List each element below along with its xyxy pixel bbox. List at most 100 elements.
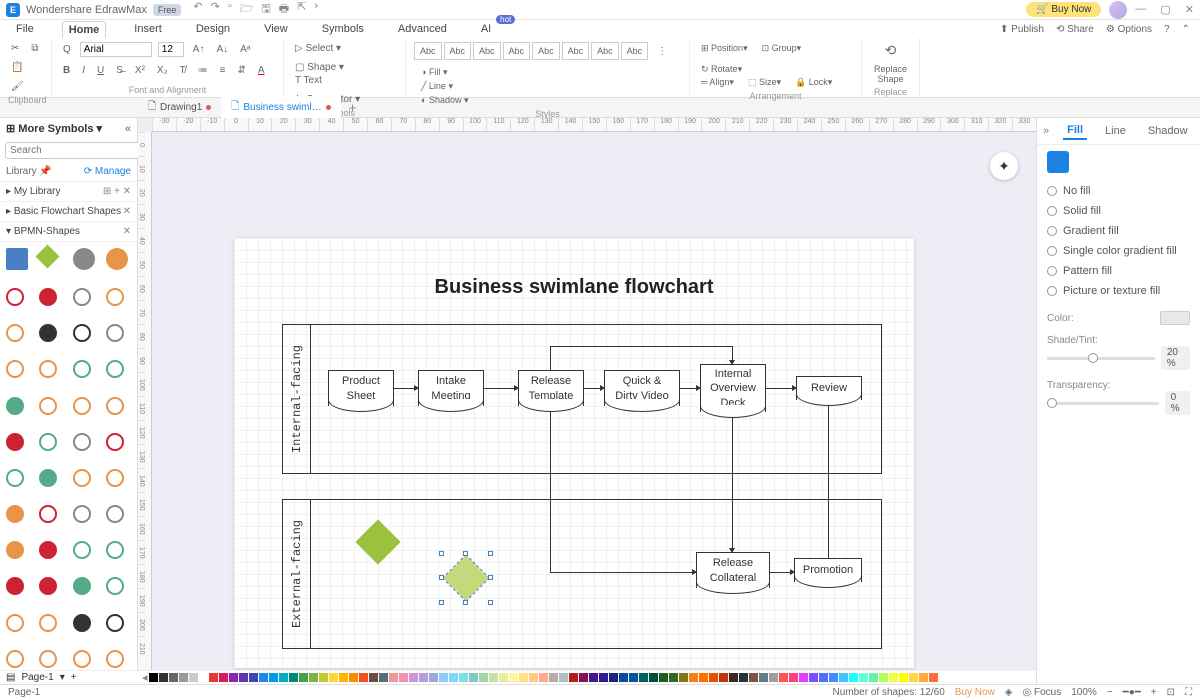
bullets-icon[interactable]: ≔ — [195, 64, 211, 77]
shape-bpmn-2[interactable] — [39, 288, 57, 306]
shape-bpmn-18[interactable] — [39, 433, 57, 451]
shape-bpmn-32[interactable] — [106, 541, 124, 559]
color-swatch[interactable] — [749, 673, 758, 682]
shape-bpmn-15[interactable] — [73, 397, 91, 415]
color-swatch[interactable] — [809, 673, 818, 682]
doc-tab-drawing1[interactable]: 🗋 Drawing1 — [138, 96, 221, 119]
size-dropdown[interactable]: ⬚ Size▾ — [745, 76, 784, 89]
fit-page-icon[interactable]: ⊡ — [1167, 687, 1175, 698]
color-swatch[interactable] — [229, 673, 238, 682]
select-tool[interactable]: ▷ Select ▾ — [292, 42, 344, 55]
shape-circle-orange[interactable] — [106, 248, 128, 270]
line-spacing-icon[interactable]: ⇵ — [234, 64, 248, 77]
format-painter-icon[interactable]: 🖌 — [8, 80, 27, 93]
menu-symbols[interactable]: Symbols — [316, 21, 370, 37]
fill-option-single-gradient[interactable]: Single color gradient fill — [1047, 241, 1190, 261]
color-swatch[interactable] — [919, 673, 928, 682]
shape-bpmn-3[interactable] — [73, 288, 91, 306]
symbol-search-input[interactable] — [5, 142, 147, 159]
shade-slider[interactable] — [1047, 357, 1155, 360]
lock-dropdown[interactable]: 🔒 Lock▾ — [792, 76, 835, 89]
color-swatch[interactable] — [829, 673, 838, 682]
color-swatch[interactable] — [209, 673, 218, 682]
color-swatch[interactable] — [499, 673, 508, 682]
add-doc-tab[interactable]: + — [341, 100, 365, 115]
group-dropdown[interactable]: ⊡ Group▾ — [759, 42, 805, 55]
color-swatch[interactable] — [289, 673, 298, 682]
shape-bpmn-11[interactable] — [73, 360, 91, 378]
line-tab[interactable]: Line — [1101, 123, 1130, 139]
color-swatch[interactable] — [789, 673, 798, 682]
box-release-collateral[interactable]: Release Collateral — [696, 552, 770, 588]
shape-bpmn-40[interactable] — [106, 614, 124, 632]
transparency-value[interactable]: 0 % — [1165, 391, 1190, 415]
menu-file[interactable]: File — [10, 21, 40, 37]
page[interactable]: Business swimlane flowchart Internal-fac… — [234, 238, 914, 668]
undo-icon[interactable]: ↶ — [193, 0, 202, 19]
shape-bpmn-43[interactable] — [73, 650, 91, 668]
shape-bpmn-37[interactable] — [6, 614, 24, 632]
color-swatch[interactable] — [619, 673, 628, 682]
color-swatch[interactable] — [299, 673, 308, 682]
shape-tool[interactable]: ▢ Shape ▾ — [292, 61, 347, 74]
decrease-font-icon[interactable]: A↓ — [213, 43, 231, 56]
color-swatch[interactable] — [439, 673, 448, 682]
fill-option-gradient[interactable]: Gradient fill — [1047, 221, 1190, 241]
color-swatch[interactable] — [249, 673, 258, 682]
color-swatch[interactable] — [379, 673, 388, 682]
color-swatch[interactable] — [539, 673, 548, 682]
color-swatch[interactable] — [869, 673, 878, 682]
color-swatch[interactable] — [369, 673, 378, 682]
color-swatch[interactable] — [549, 673, 558, 682]
zoom-level[interactable]: 100% — [1071, 687, 1097, 698]
fullscreen-icon[interactable]: ⛶ — [1185, 687, 1192, 698]
italic-icon[interactable]: I — [79, 64, 88, 77]
shape-bpmn-38[interactable] — [39, 614, 57, 632]
menu-ai[interactable]: AIhot — [475, 21, 497, 37]
shape-bpmn-25[interactable] — [6, 505, 24, 523]
color-swatch[interactable] — [469, 673, 478, 682]
color-swatch[interactable] — [199, 673, 208, 682]
color-swatch[interactable] — [799, 673, 808, 682]
color-swatch[interactable] — [859, 673, 868, 682]
super-icon[interactable]: X² — [132, 64, 148, 77]
color-swatch[interactable] — [1160, 311, 1190, 325]
color-swatch[interactable] — [729, 673, 738, 682]
color-swatch[interactable] — [419, 673, 428, 682]
shape-bpmn-20[interactable] — [106, 433, 124, 451]
color-swatch[interactable] — [889, 673, 898, 682]
color-prev-icon[interactable]: ◂ — [142, 671, 148, 684]
shape-bpmn-4[interactable] — [106, 288, 124, 306]
color-swatch[interactable] — [329, 673, 338, 682]
color-swatch[interactable] — [589, 673, 598, 682]
color-swatch[interactable] — [779, 673, 788, 682]
shape-bpmn-28[interactable] — [106, 505, 124, 523]
shape-bpmn-14[interactable] — [39, 397, 57, 415]
buy-now-button[interactable]: 🛒 Buy Now — [1026, 2, 1101, 17]
user-avatar-icon[interactable] — [1109, 1, 1127, 19]
align-dropdown[interactable]: ═ Align▾ — [698, 76, 737, 89]
color-swatch[interactable] — [399, 673, 408, 682]
color-swatch[interactable] — [429, 673, 438, 682]
color-swatch[interactable] — [599, 673, 608, 682]
shadow-dropdown[interactable]: ◐ Shadow ▾ — [418, 94, 472, 107]
shape-bpmn-42[interactable] — [39, 650, 57, 668]
fill-dropdown[interactable]: ◑ Fill ▾ — [418, 66, 472, 79]
box-intake-meeting[interactable]: Intake Meeting — [418, 370, 484, 406]
shape-bpmn-16[interactable] — [106, 397, 124, 415]
help-icon[interactable]: ? — [1164, 24, 1170, 35]
shape-bpmn-5[interactable] — [6, 324, 24, 342]
color-swatch[interactable] — [489, 673, 498, 682]
qat-more-icon[interactable]: › — [314, 0, 318, 19]
save-icon[interactable]: 🖫 — [261, 0, 270, 19]
menu-home[interactable]: Home — [62, 21, 107, 38]
close-icon[interactable]: ✕ — [1185, 3, 1194, 16]
position-dropdown[interactable]: ⊞ Position▾ — [698, 42, 751, 55]
color-swatch[interactable] — [349, 673, 358, 682]
shape-bpmn-44[interactable] — [106, 650, 124, 668]
color-swatch[interactable] — [359, 673, 368, 682]
fill-icon[interactable] — [1047, 151, 1069, 173]
rotate-dropdown[interactable]: ↻ Rotate▾ — [698, 63, 745, 76]
export-icon[interactable]: ⇱ — [297, 0, 306, 19]
strike-icon[interactable]: S̶ — [113, 64, 126, 77]
